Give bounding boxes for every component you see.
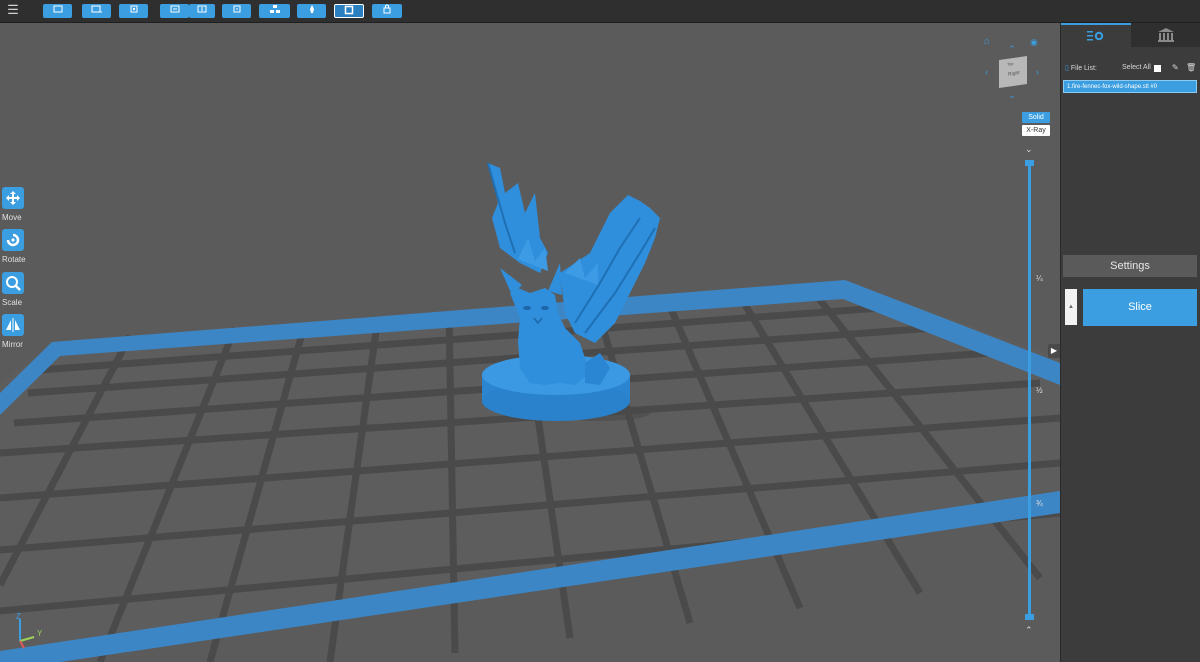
scale-tool-button[interactable] — [2, 272, 24, 294]
slider-down-chevron-icon[interactable]: ⌃ — [1025, 625, 1033, 636]
home-view-icon[interactable]: ⌂ — [984, 36, 990, 47]
file-list-header: ▯ File List: Select All ✎ 🗑 — [1065, 63, 1197, 78]
hamburger-icon[interactable]: ☰ — [6, 3, 20, 17]
open-file-button[interactable] — [43, 4, 72, 18]
move-icon — [6, 191, 20, 205]
move-tool-button[interactable] — [2, 187, 24, 209]
mirror-label: Mirror — [2, 340, 23, 349]
support-button[interactable] — [297, 4, 326, 18]
top-toolbar: ☰ — [0, 0, 1200, 23]
fit-view-button[interactable] — [119, 4, 148, 18]
hollow-button[interactable] — [334, 4, 364, 18]
axis-y-label: Y — [37, 629, 43, 638]
lock-button[interactable] — [372, 4, 402, 18]
rotate-label: Rotate — [2, 255, 26, 264]
build-plate-scene — [0, 162, 1060, 662]
rotate-up-icon[interactable]: ⌃ — [1008, 44, 1016, 55]
open-file-icon — [53, 5, 62, 13]
list-gear-icon — [1087, 31, 1104, 41]
export-icon — [197, 5, 207, 13]
slice-options-toggle[interactable]: ▲ — [1065, 289, 1077, 325]
open-project-icon — [91, 5, 102, 13]
solid-view-button[interactable]: Solid — [1022, 112, 1050, 123]
rotate-icon — [6, 233, 20, 247]
select-all-checkbox[interactable] — [1154, 65, 1161, 72]
undo-icon — [233, 5, 240, 13]
undo-button[interactable] — [222, 4, 251, 18]
3d-viewport[interactable]: Z Y — [0, 23, 1060, 662]
import-icon — [170, 5, 179, 13]
layer-slider-track[interactable] — [1028, 163, 1031, 617]
slider-up-chevron-icon[interactable]: ⌄ — [1025, 144, 1033, 155]
mirror-icon — [6, 318, 20, 332]
layer-slider-top-handle[interactable] — [1025, 160, 1034, 166]
arrange-icon — [269, 5, 280, 13]
rotate-down-icon[interactable]: ⌄ — [1008, 90, 1016, 101]
file-list-label: File List: — [1070, 65, 1097, 72]
slider-tick-half: ½ — [1036, 386, 1043, 395]
trash-icon[interactable]: 🗑 — [1186, 63, 1196, 72]
library-icon — [1158, 28, 1174, 42]
layer-slider-bottom-handle[interactable] — [1025, 614, 1034, 620]
select-all-label: Select All — [1122, 64, 1151, 71]
settings-button[interactable]: Settings — [1063, 255, 1197, 277]
xray-view-button[interactable]: X-Ray — [1022, 125, 1050, 136]
slider-tick-quarter: ¼ — [1036, 274, 1043, 283]
arrange-button[interactable] — [259, 4, 290, 18]
open-project-button[interactable] — [82, 4, 111, 18]
edit-icon[interactable]: ✎ — [1172, 63, 1179, 72]
view-cube-face-label: Right — [1008, 70, 1020, 78]
tab-model-settings[interactable] — [1061, 23, 1131, 49]
slice-button[interactable]: Slice — [1083, 289, 1197, 326]
eye-icon[interactable]: ◉ — [1030, 37, 1038, 48]
tab-library[interactable] — [1131, 23, 1200, 47]
rotate-right-icon[interactable]: › — [1036, 67, 1039, 77]
rotate-left-icon[interactable]: ‹ — [985, 67, 988, 77]
move-label: Move — [2, 213, 22, 222]
hollow-icon — [344, 5, 354, 15]
right-panel: ▯ File List: Select All ✎ 🗑 1.fire-fenne… — [1060, 23, 1200, 662]
fit-view-icon — [130, 5, 137, 13]
panel-collapse-arrow-icon[interactable]: ▶ — [1048, 344, 1060, 358]
slider-tick-three-quarter: ¾ — [1036, 499, 1043, 508]
rotate-tool-button[interactable] — [2, 229, 24, 251]
lock-icon — [383, 4, 391, 14]
file-list-item[interactable]: 1.fire-fennec-fox-wild-shape.stl #0 — [1063, 80, 1197, 93]
view-cube[interactable]: Top Right — [999, 56, 1027, 88]
mirror-tool-button[interactable] — [2, 314, 24, 336]
view-cube-top-label: Top — [1007, 60, 1014, 67]
axis-z-label: Z — [16, 612, 21, 621]
scale-label: Scale — [2, 298, 23, 307]
support-icon — [309, 5, 314, 13]
scale-icon — [6, 276, 21, 291]
file-icon: ▯ — [1065, 65, 1069, 72]
export-button[interactable] — [189, 4, 215, 18]
import-button[interactable] — [160, 4, 189, 18]
